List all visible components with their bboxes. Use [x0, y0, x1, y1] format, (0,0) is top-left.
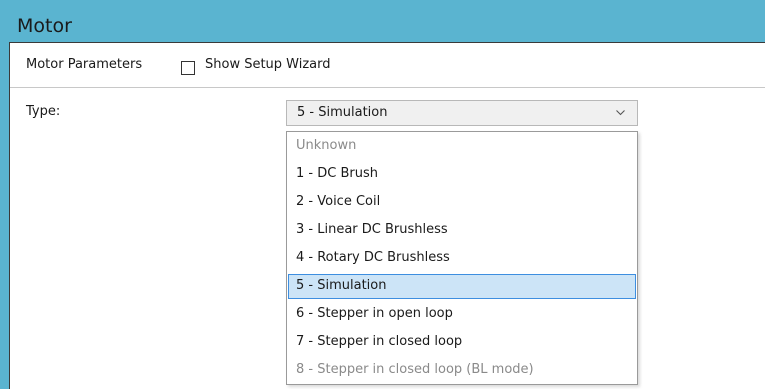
type-label: Type:: [26, 104, 61, 119]
dropdown-option[interactable]: 3 - Linear DC Brushless: [288, 218, 636, 243]
dropdown-option: 8 - Stepper in closed loop (BL mode): [296, 362, 534, 377]
motor-panel: Motor Parameters Show Setup Wizard Type:…: [9, 42, 765, 389]
dropdown-option: Unknown: [296, 138, 357, 153]
show-setup-wizard-checkbox[interactable]: [181, 61, 195, 75]
dropdown-option[interactable]: 2 - Voice Coil: [288, 190, 636, 215]
show-setup-wizard-label[interactable]: Show Setup Wizard: [205, 57, 331, 72]
page-title: Motor: [17, 15, 72, 37]
parameters-toolbar: Motor Parameters Show Setup Wizard: [10, 42, 765, 88]
motor-type-dropdown: Unknown 1 - DC Brush 2 - Voice Coil 3 - Lin…: [286, 131, 638, 385]
chevron-down-icon: [616, 110, 625, 116]
motor-header: Motor: [9, 10, 765, 42]
dropdown-option[interactable]: 5 - Simulation: [288, 274, 636, 299]
dropdown-option[interactable]: 6 - Stepper in open loop: [288, 302, 636, 327]
dropdown-option[interactable]: 4 - Rotary DC Brushless: [288, 246, 636, 271]
window-frame: Motor Motor Parameters Show Setup Wizard…: [0, 0, 765, 389]
motor-parameters-label: Motor Parameters: [26, 57, 143, 72]
motor-type-selected-value: 5 - Simulation: [297, 105, 388, 120]
dropdown-option[interactable]: 1 - DC Brush: [288, 162, 636, 187]
dropdown-option[interactable]: 7 - Stepper in closed loop: [288, 330, 636, 355]
motor-type-select[interactable]: 5 - Simulation: [286, 100, 638, 126]
